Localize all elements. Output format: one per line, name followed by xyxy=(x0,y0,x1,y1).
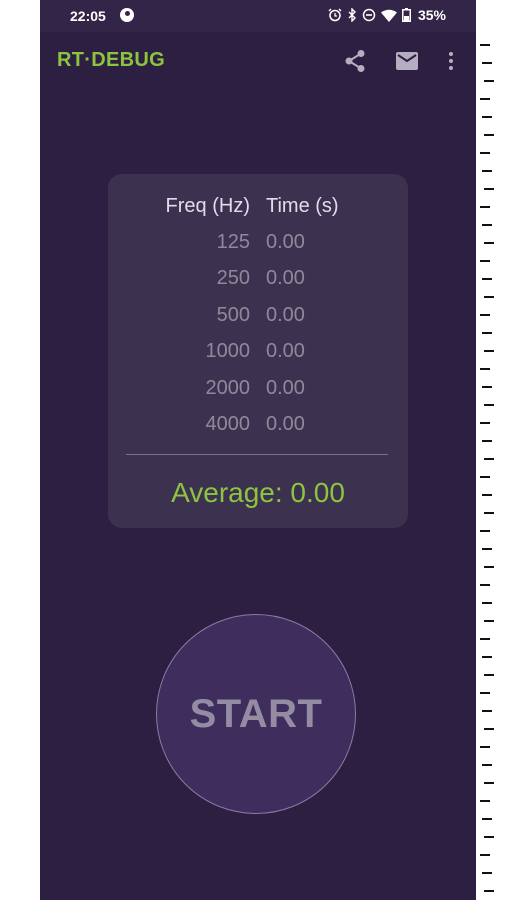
edge-mark xyxy=(480,476,490,478)
edge-mark xyxy=(482,710,492,712)
edge-mark xyxy=(482,332,492,334)
time-value: 0.00 xyxy=(266,231,305,253)
share-icon[interactable] xyxy=(342,48,368,74)
mail-icon[interactable] xyxy=(394,48,420,74)
edge-mark xyxy=(480,98,490,100)
do-not-disturb-icon xyxy=(362,8,376,22)
edge-mark xyxy=(482,278,492,280)
table-row: 4000 0.00 xyxy=(108,413,408,437)
results-table-header: Freq (Hz) Time (s) xyxy=(108,195,408,219)
results-card: Freq (Hz) Time (s) 125 0.00 250 0.00 500… xyxy=(108,174,408,528)
edge-mark xyxy=(482,440,492,442)
edge-mark xyxy=(484,458,494,460)
more-vert-icon[interactable] xyxy=(438,48,464,74)
status-icons: 35% xyxy=(328,7,446,23)
table-row: 1000 0.00 xyxy=(108,340,408,364)
edge-mark xyxy=(480,638,490,640)
edge-mark xyxy=(480,422,490,424)
edge-mark xyxy=(480,746,490,748)
alarm-icon xyxy=(328,8,342,22)
freq-value: 2000 xyxy=(205,377,251,399)
edge-mark xyxy=(484,404,494,406)
edge-mark xyxy=(484,296,494,298)
freq-value: 4000 xyxy=(205,413,251,435)
edge-mark xyxy=(484,566,494,568)
edge-mark xyxy=(480,368,490,370)
status-bar: 22:05 35% xyxy=(40,0,476,32)
edge-mark xyxy=(482,62,492,64)
freq-column-header: Freq (Hz) xyxy=(165,195,250,217)
time-value: 0.00 xyxy=(266,377,305,399)
edge-mark xyxy=(480,800,490,802)
time-column-header: Time (s) xyxy=(266,195,339,217)
edge-mark xyxy=(482,602,492,604)
table-row: 125 0.00 xyxy=(108,231,408,255)
app-notification-icon xyxy=(120,8,134,22)
edge-mark xyxy=(484,242,494,244)
edge-mark xyxy=(480,692,490,694)
edge-mark xyxy=(484,188,494,190)
table-row: 500 0.00 xyxy=(108,304,408,328)
edge-mark xyxy=(482,872,492,874)
edge-mark xyxy=(484,836,494,838)
wifi-icon xyxy=(380,9,397,22)
edge-mark xyxy=(484,728,494,730)
battery-percentage: 35% xyxy=(417,7,446,23)
edge-mark xyxy=(484,80,494,82)
edge-mark xyxy=(484,134,494,136)
edge-mark xyxy=(482,170,492,172)
edge-mark xyxy=(480,44,490,46)
edge-mark xyxy=(482,116,492,118)
edge-mark xyxy=(482,494,492,496)
edge-mark xyxy=(482,656,492,658)
battery-icon xyxy=(401,8,411,22)
app-title: RT·DEBUG xyxy=(57,49,165,71)
time-value: 0.00 xyxy=(266,267,305,289)
edge-mark xyxy=(480,314,490,316)
table-row: 2000 0.00 xyxy=(108,377,408,401)
edge-mark xyxy=(482,224,492,226)
status-time: 22:05 xyxy=(70,8,106,24)
screen-edge-marks xyxy=(480,40,500,910)
edge-mark xyxy=(482,764,492,766)
edge-mark xyxy=(484,890,494,892)
app-screen: 22:05 35% RT·DEBUG Freq (Hz) Time (s) 12… xyxy=(40,0,476,900)
edge-mark xyxy=(484,782,494,784)
time-value: 0.00 xyxy=(266,340,305,362)
time-value: 0.00 xyxy=(266,304,305,326)
edge-mark xyxy=(480,584,490,586)
start-button[interactable]: START xyxy=(156,614,356,814)
table-row: 250 0.00 xyxy=(108,267,408,291)
edge-mark xyxy=(480,260,490,262)
divider xyxy=(126,454,388,455)
edge-mark xyxy=(482,818,492,820)
freq-value: 1000 xyxy=(205,340,251,362)
start-button-label: START xyxy=(189,691,323,736)
edge-mark xyxy=(484,512,494,514)
edge-mark xyxy=(480,530,490,532)
freq-value: 250 xyxy=(216,267,250,289)
freq-value: 500 xyxy=(216,304,250,326)
edge-mark xyxy=(480,206,490,208)
time-value: 0.00 xyxy=(266,413,305,435)
edge-mark xyxy=(484,350,494,352)
edge-mark xyxy=(484,620,494,622)
edge-mark xyxy=(482,548,492,550)
edge-mark xyxy=(480,152,490,154)
freq-value: 125 xyxy=(216,231,250,253)
edge-mark xyxy=(482,386,492,388)
edge-mark xyxy=(480,854,490,856)
average-label: Average: 0.00 xyxy=(171,477,345,508)
app-toolbar: RT·DEBUG xyxy=(40,32,476,88)
bluetooth-icon xyxy=(347,8,357,22)
edge-mark xyxy=(484,674,494,676)
